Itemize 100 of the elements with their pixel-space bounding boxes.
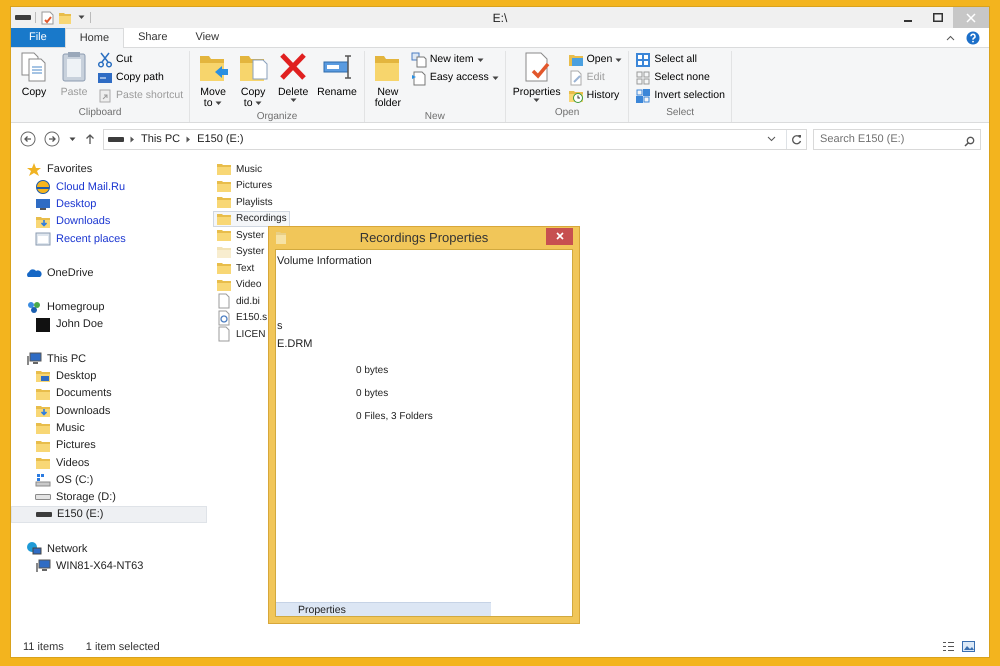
search-field[interactable]: Search E150 (E:) (813, 128, 981, 150)
ribbon-button[interactable]: Copy path (95, 69, 186, 87)
folder-icon (35, 420, 51, 436)
ribbon-button[interactable]: Easy access (408, 69, 501, 87)
ribbon-button[interactable]: Open (566, 51, 624, 69)
ribbon-button[interactable]: Properties (510, 51, 564, 105)
nav-item[interactable]: Recent places (11, 230, 207, 248)
ribbon-button[interactable]: New folder (368, 51, 407, 109)
ribbon-button[interactable]: Copy (15, 51, 53, 105)
caret-icon (492, 76, 499, 80)
ribbon-tab[interactable]: Share (124, 28, 182, 47)
ribbon-tab[interactable]: Home (64, 28, 124, 48)
customize-toolbar-button[interactable] (76, 15, 86, 20)
help-icon (966, 30, 980, 44)
refresh-icon (791, 134, 802, 144)
monitor-icon (35, 196, 51, 212)
star-icon (26, 162, 42, 178)
nav-section[interactable]: Network (11, 540, 207, 558)
nav-section[interactable]: Homegroup (11, 298, 207, 316)
nav-item[interactable]: Downloads (11, 212, 207, 230)
file-item[interactable]: Pictures (213, 178, 276, 194)
group-label: Clipboard (78, 106, 122, 120)
forward-button[interactable] (43, 131, 61, 147)
nav-item[interactable]: Storage (D:) (11, 488, 207, 506)
file-item[interactable]: Video (213, 276, 264, 293)
ribbon-button[interactable]: Invert selection (633, 87, 727, 105)
recent-locations-button[interactable] (67, 136, 77, 142)
nav-item[interactable]: Cloud Mail.Ru (11, 178, 207, 196)
ribbon-button[interactable]: History (566, 87, 624, 105)
nav-item[interactable]: Pictures (11, 436, 207, 454)
ribbon-button[interactable]: Delete (274, 51, 312, 109)
caret-icon (476, 58, 484, 62)
property-value: 0 Files, 3 Folders (356, 410, 434, 424)
folder-icon (58, 10, 72, 24)
breadcrumb[interactable]: E150 (E:) (197, 130, 244, 148)
close-icon (966, 12, 976, 22)
nav-item[interactable]: OS (C:) (11, 471, 207, 489)
people-icon (26, 299, 42, 316)
caret-icon (533, 98, 540, 103)
grid-icon (635, 70, 652, 86)
computer-icon (26, 351, 42, 368)
glitched-text: E.DRM (277, 337, 312, 352)
nav-item[interactable]: WIN81-X64-NT63 (11, 558, 207, 575)
grid-icon (635, 52, 652, 68)
chevron-down-icon (767, 136, 776, 142)
help-button[interactable] (965, 30, 981, 44)
nav-item[interactable]: John Doe (11, 316, 207, 334)
nav-item[interactable]: Desktop (11, 368, 207, 385)
file-item[interactable]: E150.s (213, 310, 270, 326)
ribbon-tab[interactable]: File (11, 28, 65, 47)
ribbon-button[interactable]: Select all (633, 51, 727, 69)
ribbon-button[interactable]: Select none (633, 69, 727, 87)
address-bar[interactable]: This PC E150 (E:) (103, 128, 807, 150)
nav-item[interactable]: E150 (E:) (11, 506, 207, 524)
nav-item[interactable]: Desktop (11, 196, 207, 213)
caret-icon (78, 15, 84, 20)
thumbnail-view-button[interactable] (961, 640, 975, 652)
nav-item[interactable]: Documents (11, 384, 207, 402)
properties-tab[interactable]: Properties (276, 602, 491, 616)
ribbon-button[interactable]: Copy to (234, 51, 272, 109)
file-item[interactable]: Syster (213, 244, 268, 260)
list-icon (942, 640, 954, 652)
group-label: Select (665, 106, 696, 120)
ribbon-button[interactable]: Rename (314, 51, 360, 109)
nav-section[interactable]: Favorites (11, 161, 207, 178)
folder-icon (275, 231, 287, 245)
file-item[interactable]: did.bi (213, 293, 263, 310)
breadcrumb[interactable]: This PC (141, 130, 180, 148)
maximize-icon (933, 13, 943, 22)
nav-item[interactable]: Music (11, 420, 207, 437)
nav-section[interactable]: This PC (11, 350, 207, 368)
close-icon (556, 232, 564, 240)
minimize-icon (904, 20, 912, 22)
new-item-icon (410, 52, 427, 68)
glitched-text: s (277, 319, 282, 334)
file-item[interactable]: LICEN (213, 326, 268, 342)
file-item[interactable]: Text (213, 260, 258, 276)
drive-icon (35, 494, 51, 500)
glitched-text: Volume Information (277, 254, 372, 269)
ribbon-button[interactable]: Cut (95, 51, 186, 69)
file-item[interactable]: Recordings (213, 210, 290, 227)
file-item[interactable]: Playlists (213, 194, 276, 210)
ribbon-tab[interactable]: View (181, 28, 234, 47)
up-arrow-icon (85, 133, 95, 145)
folder-icon (216, 260, 232, 276)
file-item[interactable]: Syster (213, 227, 268, 244)
file-icon (216, 293, 232, 310)
nav-item[interactable]: Videos (11, 454, 207, 472)
details-view-button[interactable] (941, 640, 955, 652)
file-item[interactable]: Music (213, 161, 266, 178)
ribbon-button[interactable]: Move to (194, 51, 232, 109)
ribbon-button[interactable]: New item (408, 51, 501, 69)
drive-icon (36, 512, 52, 518)
back-button[interactable] (19, 131, 37, 147)
folder-icon (216, 227, 232, 244)
nav-item[interactable]: Downloads (11, 402, 207, 420)
dialog-close-button[interactable] (546, 228, 573, 244)
group-label: Organize (256, 110, 298, 124)
search-icon (964, 136, 975, 148)
nav-section[interactable]: OneDrive (11, 264, 207, 282)
